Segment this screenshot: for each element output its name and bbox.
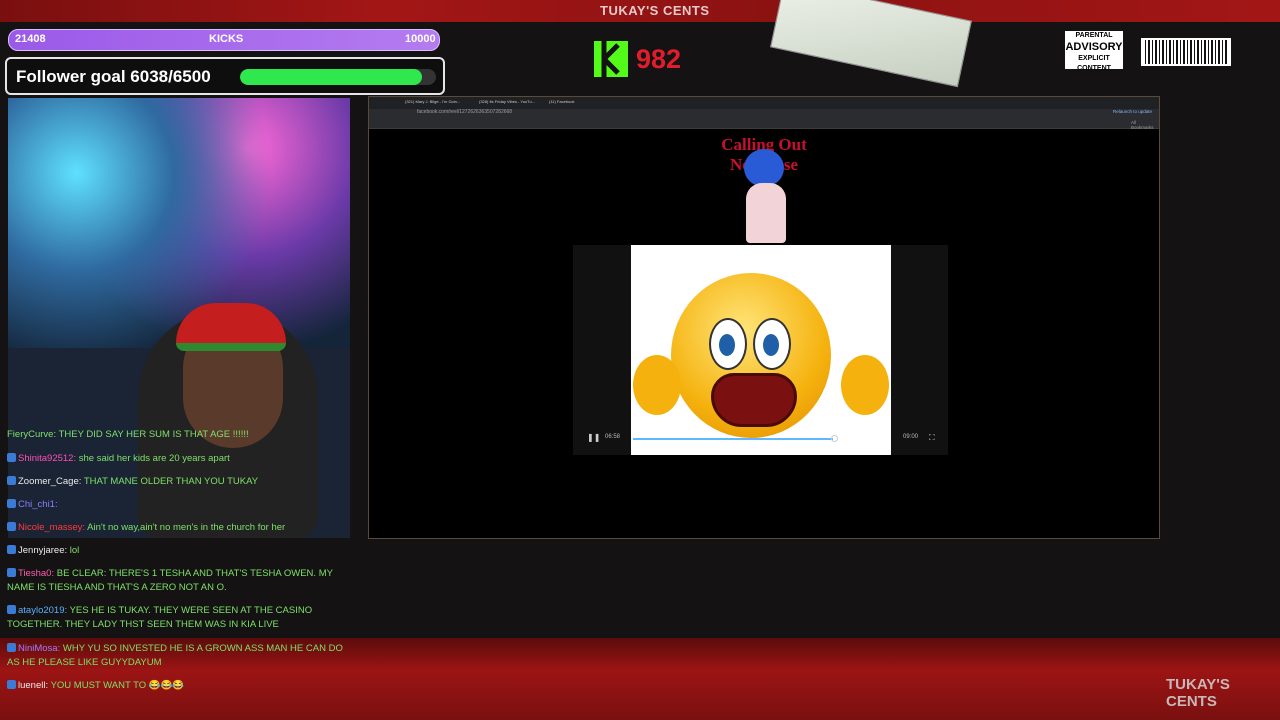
follower-goal-text: Follower goal 6038/6500: [16, 67, 211, 86]
chat-message: FieryCurve: THEY DID SAY HER SUM IS THAT…: [7, 428, 352, 442]
kicks-label: KICKS: [209, 33, 244, 45]
chat-username[interactable]: Chi_chi1:: [18, 499, 58, 510]
chat-text: Ain't no way,ain't no men's in the churc…: [87, 522, 286, 533]
video-player[interactable]: ❚❚ 06:58 09:00 ⛶: [573, 245, 948, 455]
chat-text: THEY DID SAY HER SUM IS THAT AGE !!!!!!: [58, 429, 249, 440]
video-content: [631, 245, 891, 455]
video-time-current: 06:58: [605, 434, 621, 440]
video-time-total: 09:00: [903, 434, 919, 440]
advisory-line2: ADVISORY: [1065, 41, 1123, 53]
relaunch-update-button[interactable]: Relaunch to update: [1113, 109, 1152, 114]
emoji-left-eye: [709, 318, 747, 370]
avatar-body: [746, 183, 786, 243]
fullscreen-icon[interactable]: ⛶: [929, 433, 935, 443]
chat-message: NiniMosa: WHY YU SO INVESTED HE IS A GRO…: [7, 642, 352, 670]
chat-username[interactable]: Jennyjaree:: [18, 545, 70, 556]
kick-logo-icon: [594, 41, 628, 77]
chat-username[interactable]: Nicole_massey:: [18, 522, 87, 533]
video-controls: ❚❚ 06:58 09:00 ⛶: [573, 431, 948, 451]
advisory-line1: PARENTAL: [1075, 32, 1113, 39]
advisory-line3: EXPLICIT CONTENT: [1077, 55, 1111, 72]
browser-tab-strip: (321) Mary J. Blige - I'm Goin... (328) …: [369, 97, 1159, 109]
bookmarks-bar: All Bookmarks: [369, 119, 1159, 130]
chat-badge-icon: [7, 605, 16, 614]
brand-title-top: TUKAY'S CENTS: [600, 3, 710, 18]
channel-avatar-art: Calling Out Nonsense: [704, 135, 824, 245]
background-lights: [8, 98, 350, 348]
chat-message: Zoomer_Cage: THAT MANE OLDER THAN YOU TU…: [7, 475, 352, 489]
chat-username[interactable]: Tiesha0:: [18, 568, 57, 579]
follower-goal-fill: [240, 69, 423, 85]
chat-badge-icon: [7, 522, 16, 531]
chat-message: luenell: YOU MUST WANT TO 😂😂😂: [7, 679, 352, 693]
chat-message: Jennyjaree: lol: [7, 544, 352, 558]
streamer-cap: [176, 303, 286, 351]
chat-message: Shinita92512: she said her kids are 20 y…: [7, 452, 352, 466]
chat-badge-icon: [7, 476, 16, 485]
chat-message: ataylo2019: YES HE IS TUKAY. THEY WERE S…: [7, 604, 352, 632]
pause-icon[interactable]: ❚❚: [587, 433, 600, 442]
chat-text: THAT MANE OLDER THAN YOU TUKAY: [83, 476, 259, 487]
chat-username[interactable]: Zoomer_Cage:: [18, 476, 84, 487]
avatar-hair: [744, 149, 784, 187]
follower-goal-progress: [240, 69, 436, 85]
chat-username[interactable]: NiniMosa:: [18, 643, 63, 654]
emoji-mouth: [711, 373, 797, 427]
kick-viewer-count: 982: [636, 44, 682, 74]
chat-badge-icon: [7, 453, 16, 462]
chat-username[interactable]: ataylo2019:: [18, 605, 70, 616]
chat-message: Chi_chi1:: [7, 498, 352, 512]
browser-tab-2[interactable]: (328) Its Friday Vibes - YouTu...: [479, 99, 535, 108]
chat-text: YOU MUST WANT TO 😂😂😂: [50, 680, 185, 691]
brand-title-bottom: TUKAY'S CENTS: [1166, 676, 1230, 710]
chat-badge-icon: [7, 643, 16, 652]
browser-tab-1[interactable]: (321) Mary J. Blige - I'm Goin...: [405, 99, 460, 108]
chat-text: she said her kids are 20 years apart: [78, 453, 230, 464]
emoji-right-eye: [753, 318, 791, 370]
chat-username[interactable]: Shinita92512:: [18, 453, 79, 464]
address-bar[interactable]: facebook.com/reel/1272626363507282668 Re…: [369, 109, 1159, 119]
seek-handle[interactable]: [831, 435, 838, 442]
browser-window: (321) Mary J. Blige - I'm Goin... (328) …: [368, 96, 1160, 539]
chat-badge-icon: [7, 545, 16, 554]
chat-overlay: FieryCurve: THEY DID SAY HER SUM IS THAT…: [0, 426, 360, 706]
emoji-left-hand: [633, 355, 681, 415]
kicks-left-value: 21408: [15, 33, 46, 45]
kicks-right-value: 10000: [405, 33, 436, 45]
chat-message: Nicole_massey: Ain't no way,ain't no men…: [7, 521, 352, 535]
chat-badge-icon: [7, 499, 16, 508]
chat-username[interactable]: luenell:: [18, 680, 51, 691]
chat-username[interactable]: FieryCurve:: [7, 429, 59, 440]
url-text[interactable]: facebook.com/reel/1272626363507282668: [417, 109, 512, 115]
chat-text: lol: [69, 545, 80, 556]
chat-message: Tiesha0: BE CLEAR: THERE'S 1 TESHA AND T…: [7, 567, 352, 595]
follower-goal-widget: Follower goal 6038/6500: [5, 57, 445, 95]
kicks-progress-bar: 21408 KICKS 10000: [8, 29, 440, 51]
emoji-right-hand: [841, 355, 889, 415]
all-bookmarks-button[interactable]: All Bookmarks: [1131, 120, 1159, 130]
screaming-emoji-image: [671, 273, 831, 438]
parental-advisory-logo: PARENTAL ADVISORY EXPLICIT CONTENT: [1065, 31, 1123, 72]
chat-badge-icon: [7, 680, 16, 689]
video-seek-bar[interactable]: [633, 438, 833, 440]
chat-badge-icon: [7, 568, 16, 577]
browser-tab-3[interactable]: (11) Facebook: [549, 99, 575, 108]
chat-text: BE CLEAR: THERE'S 1 TESHA AND THAT'S TES…: [7, 568, 333, 593]
barcode-image: [1141, 38, 1231, 66]
